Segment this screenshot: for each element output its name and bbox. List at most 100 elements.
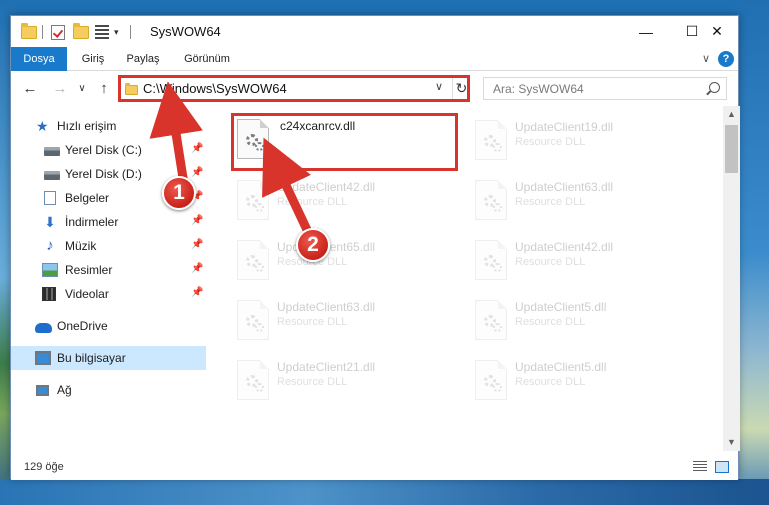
refresh-button[interactable]: ↻ bbox=[452, 78, 470, 99]
scroll-down-icon[interactable]: ▼ bbox=[723, 434, 740, 451]
vertical-scrollbar[interactable]: ▲ ▼ bbox=[723, 106, 740, 451]
expand-ribbon-icon[interactable]: ∨ bbox=[702, 52, 710, 65]
search-icon bbox=[709, 82, 720, 93]
large-icons-view-icon[interactable] bbox=[715, 461, 729, 473]
file-name: UpdateClient19.dll bbox=[515, 120, 614, 134]
back-button[interactable]: ← bbox=[19, 78, 41, 100]
sidebar-item-label: Ağ bbox=[57, 383, 72, 397]
sidebar-item-label: Yerel Disk (C:) bbox=[65, 143, 142, 157]
toolbar-separator bbox=[130, 25, 131, 39]
desktop-background-bottom bbox=[0, 479, 769, 505]
file-tile[interactable]: UpdateClient21.dll Resource DLL bbox=[231, 356, 461, 416]
file-tile[interactable]: UpdateClient63.dll Resource DLL bbox=[469, 176, 699, 236]
search-box[interactable]: Ara: SysWOW64 bbox=[483, 77, 727, 100]
sidebar-item-pictures[interactable]: Resimler 📌 bbox=[11, 258, 206, 282]
sidebar-item-network[interactable]: Ağ bbox=[11, 378, 206, 402]
pin-icon: 📌 bbox=[191, 239, 204, 250]
new-folder-icon[interactable] bbox=[73, 22, 89, 40]
recent-locations-button[interactable]: ∨ bbox=[71, 78, 93, 100]
network-icon bbox=[36, 384, 49, 396]
sidebar-item-downloads[interactable]: ⬇ İndirmeler 📌 bbox=[11, 210, 206, 234]
step-2-badge: 2 bbox=[296, 228, 330, 262]
file-name: UpdateClient42.dll bbox=[515, 240, 614, 254]
file-type: Resource DLL bbox=[515, 136, 586, 148]
sidebar-item-videos[interactable]: Videolar 📌 bbox=[11, 282, 206, 306]
sidebar-item-local-disk-c[interactable]: Yerel Disk (C:) 📌 bbox=[11, 138, 206, 162]
file-explorer-window: ▾ SysWOW64 — ☐ ✕ Dosya Giriş Paylaş Görü… bbox=[10, 15, 740, 480]
title-bar: ▾ SysWOW64 — ☐ ✕ bbox=[11, 16, 738, 47]
navigation-pane: ★ Hızlı erişim Yerel Disk (C:) 📌 Yerel D… bbox=[11, 106, 206, 451]
file-tile[interactable]: UpdateClient42.dll Resource DLL bbox=[231, 176, 461, 236]
file-tile[interactable]: UpdateClient42.dll Resource DLL bbox=[469, 236, 699, 296]
dll-file-icon bbox=[237, 360, 269, 400]
file-type: Resource DLL bbox=[515, 196, 586, 208]
sidebar-item-this-pc[interactable]: Bu bilgisayar bbox=[11, 346, 206, 370]
dll-file-icon bbox=[475, 300, 507, 340]
scroll-up-icon[interactable]: ▲ bbox=[723, 106, 740, 123]
file-tile[interactable]: UpdateClient5.dll Resource DLL bbox=[469, 356, 699, 416]
file-tile[interactable]: UpdateClient19.dll Resource DLL bbox=[469, 116, 699, 176]
star-icon: ★ bbox=[36, 118, 49, 134]
scrollbar-thumb[interactable] bbox=[725, 125, 738, 173]
tab-file[interactable]: Dosya bbox=[11, 47, 67, 71]
up-button[interactable]: ↑ bbox=[93, 78, 115, 100]
file-tile[interactable]: UpdateClient65.dll Resource DLL bbox=[231, 236, 461, 296]
file-name: UpdateClient63.dll bbox=[515, 180, 614, 194]
sidebar-item-music[interactable]: ♪ Müzik 📌 bbox=[11, 234, 206, 258]
file-type: Resource DLL bbox=[515, 316, 586, 328]
forward-button[interactable]: → bbox=[49, 78, 71, 100]
file-name: UpdateClient5.dll bbox=[515, 300, 607, 314]
address-bar[interactable]: C:\Windows\SysWOW64 ∨ ↻ bbox=[118, 75, 470, 102]
documents-icon bbox=[44, 191, 56, 205]
toolbar-separator bbox=[42, 25, 43, 39]
customize-view-icon[interactable] bbox=[95, 24, 109, 40]
file-type: Resource DLL bbox=[277, 316, 348, 328]
properties-check-icon[interactable] bbox=[51, 24, 65, 40]
videos-icon bbox=[42, 287, 56, 301]
disk-icon bbox=[44, 171, 60, 180]
address-path[interactable]: C:\Windows\SysWOW64 bbox=[143, 81, 287, 96]
quick-access-dropdown-icon[interactable]: ▾ bbox=[114, 24, 119, 40]
music-icon: ♪ bbox=[46, 237, 54, 254]
tab-home[interactable]: Giriş bbox=[71, 47, 115, 71]
dll-file-icon bbox=[237, 300, 269, 340]
dll-file-icon bbox=[237, 119, 269, 159]
folder-icon bbox=[125, 83, 138, 95]
pin-icon: 📌 bbox=[191, 143, 204, 154]
file-type: Resource DLL bbox=[277, 196, 348, 208]
details-view-icon[interactable] bbox=[693, 461, 707, 473]
onedrive-icon bbox=[35, 322, 52, 333]
file-name: c24xcanrcv.dll bbox=[280, 119, 356, 133]
file-list: c24xcanrcv.dll UpdateClient19.dll Resour… bbox=[221, 106, 723, 451]
tab-share[interactable]: Paylaş bbox=[117, 47, 169, 71]
this-pc-icon bbox=[35, 351, 51, 365]
address-dropdown-icon[interactable]: ∨ bbox=[435, 80, 443, 93]
file-name: UpdateClient5.dll bbox=[515, 360, 607, 374]
sidebar-item-quick-access[interactable]: ★ Hızlı erişim bbox=[11, 114, 206, 138]
file-tile[interactable]: UpdateClient5.dll Resource DLL bbox=[469, 296, 699, 356]
pictures-icon bbox=[42, 263, 58, 277]
help-button[interactable]: ? bbox=[718, 51, 734, 67]
sidebar-item-label: Yerel Disk (D:) bbox=[65, 167, 142, 181]
file-type: Resource DLL bbox=[277, 376, 348, 388]
search-placeholder[interactable]: Ara: SysWOW64 bbox=[493, 82, 584, 96]
pin-icon: 📌 bbox=[191, 167, 204, 178]
dll-file-icon bbox=[237, 240, 269, 280]
dll-file-icon bbox=[475, 180, 507, 220]
sidebar-item-onedrive[interactable]: OneDrive bbox=[11, 314, 206, 338]
dll-file-icon bbox=[475, 120, 507, 160]
download-icon: ⬇ bbox=[44, 214, 56, 230]
close-button[interactable]: ✕ bbox=[694, 16, 740, 47]
pin-icon: 📌 bbox=[191, 287, 204, 298]
step-1-badge: 1 bbox=[162, 176, 196, 210]
file-type: Resource DLL bbox=[515, 376, 586, 388]
dll-file-icon bbox=[475, 360, 507, 400]
sidebar-item-label: Resimler bbox=[65, 263, 113, 277]
file-name: UpdateClient63.dll bbox=[277, 300, 376, 314]
sidebar-item-label: Bu bilgisayar bbox=[57, 351, 126, 365]
sidebar-item-label: Belgeler bbox=[65, 191, 110, 205]
tab-view[interactable]: Görünüm bbox=[173, 47, 241, 71]
file-tile-highlighted[interactable]: c24xcanrcv.dll bbox=[231, 113, 458, 171]
file-tile[interactable]: UpdateClient63.dll Resource DLL bbox=[231, 296, 461, 356]
minimize-button[interactable]: — bbox=[623, 16, 669, 47]
